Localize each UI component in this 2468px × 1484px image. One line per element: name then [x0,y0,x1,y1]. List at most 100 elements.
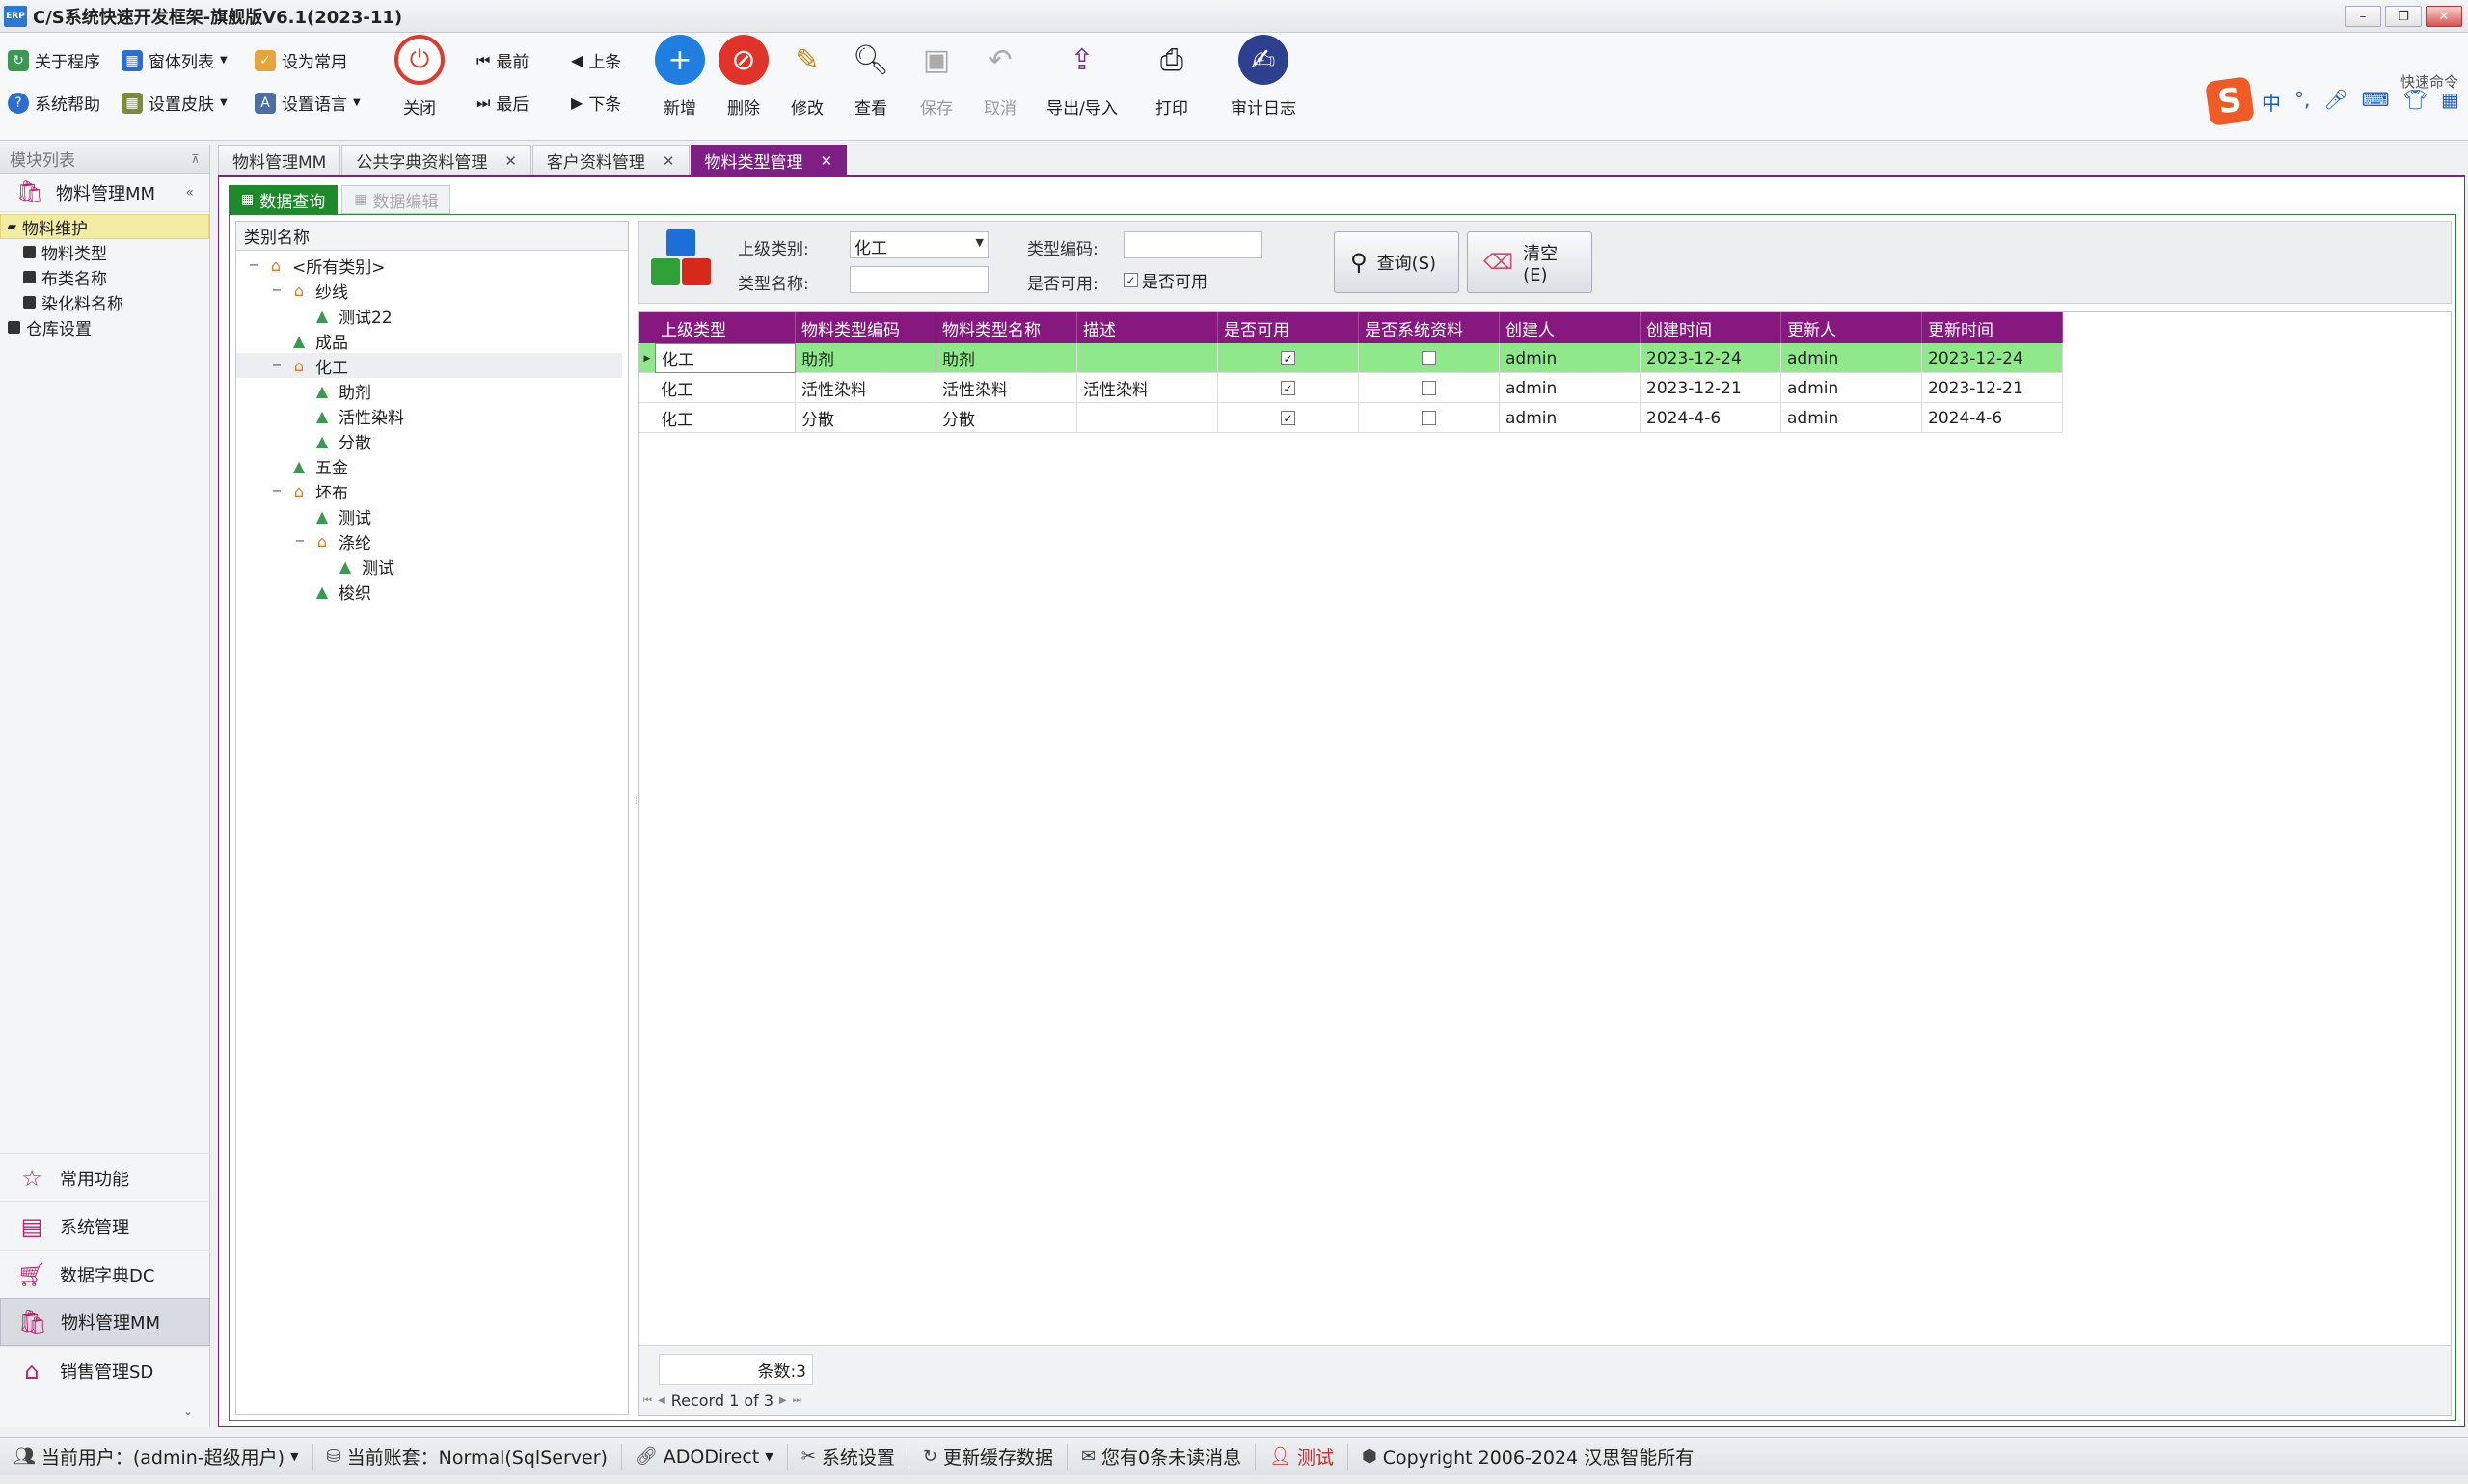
nav-dictionary[interactable]: 🛒︎ 数据字典DC [0,1250,210,1298]
sidebar-item-warehouse[interactable]: 仓库设置 [0,314,209,339]
audit-log-button[interactable]: ✍ 审计日志 [1225,35,1302,119]
collapse-toggle-icon[interactable]: − [271,359,283,373]
table-cell[interactable]: 活性染料 [1077,373,1218,403]
language-button[interactable]: A 设置语言 ▼ [255,91,361,115]
close-tab-icon[interactable]: ✕ [663,152,675,170]
close-module-button[interactable]: ⏻ 关闭 [386,35,453,119]
minimize-button[interactable]: – [2345,6,2381,27]
table-row[interactable]: 化工 分散 分散 ✓ admin 2024-4-6 admin 2024-4-6 [639,403,2063,433]
status-connection[interactable]: 🔗︎ ADODirect ▼ [622,1443,788,1471]
tab-customer[interactable]: 客户资料管理 ✕ [531,145,690,175]
table-cell[interactable] [1077,343,1218,373]
collapse-icon[interactable]: « [185,185,194,201]
sidebar-item-material-maint[interactable]: ▰ 物料维护 [0,214,209,239]
nav-next-icon[interactable]: ▶ [779,1395,787,1406]
set-favorite-button[interactable]: ✓ 设为常用 [255,48,347,72]
enabled-checkbox[interactable]: ✓ 是否可用 [1124,268,1207,292]
table-cell[interactable]: 助剂 [796,343,936,373]
column-header[interactable]: 创建时间 [1641,312,1781,343]
tree-node[interactable]: − ⌂ 坯布 [236,478,622,503]
column-header[interactable]: 物料类型名称 [936,312,1077,343]
table-cell[interactable]: admin [1500,403,1641,433]
table-cell[interactable]: 化工 [655,403,796,433]
type-code-input[interactable] [1124,231,1262,258]
export-import-button[interactable]: ⇪ 导出/导入 [1034,35,1130,120]
first-record-button[interactable]: ⏮ 最前 [476,48,529,73]
table-cell[interactable]: 2024-4-6 [1922,403,2063,433]
collapse-toggle-icon[interactable]: − [271,484,283,499]
ime-punct-toggle[interactable]: °, [2294,88,2310,116]
collapse-toggle-icon[interactable]: − [248,258,259,273]
help-button[interactable]: ? 系统帮助 [8,91,100,115]
table-row[interactable]: ▶ 化工 助剂 助剂 ✓ admin 2023-12-24 admin 2023-12-24 [639,343,2063,373]
tree-node[interactable]: ▲ 测试 [236,503,622,528]
table-cell[interactable]: 2023-12-21 [1641,373,1781,403]
column-header[interactable]: 是否可用 [1218,312,1359,343]
table-cell[interactable]: 活性染料 [936,373,1077,403]
column-header[interactable]: 描述 [1077,312,1218,343]
table-cell[interactable]: 化工 [655,373,796,403]
tree-node[interactable]: ▲ 测试22 [236,303,622,328]
tree-node[interactable]: − ⌂ 纱线 [236,278,622,303]
table-cell[interactable]: admin [1781,403,1922,433]
next-record-button[interactable]: ▶ 下条 [571,91,621,115]
collapse-toggle-icon[interactable]: − [271,283,283,298]
nav-first-icon[interactable]: ⏮ [643,1395,652,1406]
table-cell[interactable]: admin [1500,373,1641,403]
sidebar-item-material-type[interactable]: 物料类型 [0,239,209,264]
about-button[interactable]: ↻ 关于程序 [8,48,100,72]
close-tab-icon[interactable]: ✕ [821,152,833,170]
tree-node[interactable]: ▲ 助剂 [236,378,622,403]
sidebar-item-fabric-name[interactable]: 布类名称 [0,264,209,289]
status-test[interactable]: 👤︎ 测试 [1256,1443,1349,1471]
add-button[interactable]: + 新增 [646,35,714,119]
column-header[interactable]: 更新时间 [1922,312,2063,343]
skin-button[interactable]: ▦ 设置皮肤 ▼ [122,91,228,115]
tree-node[interactable]: ▲ 测试 [236,553,622,579]
table-cell[interactable]: 2023-12-24 [1641,343,1781,373]
table-cell[interactable]: 分散 [936,403,1077,433]
tab-material-mm[interactable]: 物料管理MM [218,145,341,175]
keyboard-icon[interactable]: ⌨ [2362,88,2390,116]
search-button[interactable]: ⚲ 查询(S) [1334,231,1459,293]
shirt-icon[interactable]: 👕︎ [2403,88,2427,116]
restore-button[interactable]: ❐ [2385,6,2422,27]
status-user[interactable]: 👥︎ 当前用户：(admin-超级用户) ▼ [0,1443,313,1471]
tab-data-edit[interactable]: ▦ 数据编辑 [341,185,451,214]
tab-data-query[interactable]: ▦ 数据查询 [229,185,339,214]
status-refresh-cache[interactable]: ↻ 更新缓存数据 [909,1443,1068,1471]
table-cell[interactable]: admin [1500,343,1641,373]
tree-node[interactable]: − ⌂ 化工 [236,353,622,378]
tree-node[interactable]: − ⌂ 涤纶 [236,528,622,553]
cancel-button[interactable]: ↶ 取消 [966,35,1034,120]
last-record-button[interactable]: ⏭ 最后 [476,91,529,116]
status-messages[interactable]: ✉ 您有0条未读消息 [1068,1443,1257,1471]
table-cell[interactable]: 活性染料 [796,373,936,403]
checkbox-cell[interactable] [1359,343,1500,373]
nav-material[interactable]: 🛍︎ 物料管理MM [0,1298,210,1346]
nav-sales[interactable]: ⌂ 销售管理SD [0,1346,210,1394]
apps-grid-icon[interactable]: ▦ [2441,88,2459,116]
window-list-button[interactable]: ▦ 窗体列表 ▼ [122,48,228,72]
type-name-input[interactable] [850,266,989,293]
pin-icon[interactable]: ⊼ [191,152,200,166]
tree-node[interactable]: ▲ 活性染料 [236,403,622,428]
parent-category-select[interactable]: 化工 ▼ [850,231,989,258]
nav-favorites[interactable]: ☆ 常用功能 [0,1153,210,1201]
nav-last-icon[interactable]: ⏭ [793,1395,801,1406]
view-button[interactable]: 🔍︎ 查看 [837,35,905,120]
column-header[interactable]: 是否系统资料 [1359,312,1500,343]
table-cell[interactable]: 化工 [655,343,796,373]
checkbox-cell[interactable] [1359,403,1500,433]
expand-more-icon[interactable]: ⌄ [0,1394,210,1427]
ime-toolbar[interactable]: S 中 °, 🎤︎ ⌨ 👕︎ ▦ [2205,75,2468,127]
tree-node[interactable]: − ⌂ <所有类别> [236,253,622,278]
nav-system[interactable]: ▤ 系统管理 [0,1201,210,1250]
delete-button[interactable]: ⊘ 删除 [710,35,777,119]
microphone-icon[interactable]: 🎤︎ [2323,88,2347,116]
checkbox-cell[interactable]: ✓ [1218,403,1359,433]
table-cell[interactable]: 2024-4-6 [1641,403,1781,433]
column-header[interactable]: 更新人 [1781,312,1922,343]
table-cell[interactable]: admin [1781,373,1922,403]
close-window-button[interactable]: ✕ [2426,6,2462,27]
